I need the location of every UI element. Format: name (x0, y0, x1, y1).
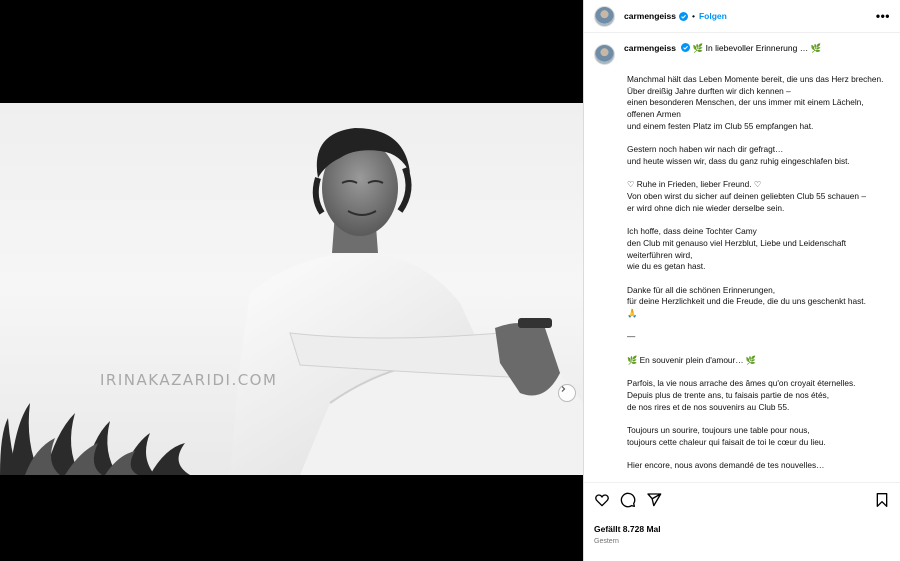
caption-line: er wird ohne dich nie wieder derselbe se… (627, 202, 785, 213)
caption-line: 🙏 (627, 308, 638, 318)
caption-line: Danke für all die schönen Erinnerungen, (627, 284, 776, 295)
caption-line: de nos rires et de nos souvenirs au Club… (627, 401, 790, 412)
caption-line: 🌿 En souvenir plein d'amour… 🌿 (627, 354, 757, 365)
caption-paragraph: — (627, 331, 890, 343)
caption-paragraph: Parfois, la vie nous arrache des âmes qu… (627, 378, 890, 413)
caption-line: Gestern noch haben wir nach dir gefragt… (627, 144, 784, 155)
caption-line: Ich hoffe, dass deine Tochter Camy (627, 226, 757, 237)
caption-line: für deine Herzlichkeit und die Freude, d… (627, 296, 866, 307)
caption-first-line: carmengeiss 🌿 In liebevoller Erinnerung … (624, 43, 821, 55)
watermark-text: IRINAKAZARIDI.COM (100, 371, 278, 389)
caption-paragraph: Ich hoffe, dass deine Tochter Camy den Cl… (627, 226, 890, 273)
verified-badge-icon (681, 43, 691, 52)
verified-badge-icon (678, 11, 688, 21)
action-icons-row (594, 491, 890, 509)
caption-line: Manchmal hält das Leben Momente bereit, … (627, 74, 884, 84)
carousel-next-button[interactable] (558, 384, 576, 402)
caption-paragraph: ♡ Ruhe in Frieden, lieber Freund. ♡ Von o… (627, 179, 890, 214)
caption-line: wie du es getan hast. (627, 261, 706, 272)
caption-paragraph: Danke für all die schönen Erinnerungen, f… (627, 285, 890, 320)
post-header: carmengeiss • Folgen ••• (584, 0, 900, 33)
portrait-image (0, 128, 583, 475)
caption-username-link[interactable]: carmengeiss (624, 43, 676, 53)
post-sidebar: carmengeiss • Folgen ••• carmengeiss 🌿 I… (583, 0, 900, 561)
caption-line: einen besonderen Menschen, der uns immer… (627, 97, 864, 120)
comment-icon[interactable] (620, 492, 636, 508)
caption-line: und heute wissen wir, dass du ganz ruhig… (627, 155, 850, 166)
likes-count[interactable]: Gefällt 8.728 Mal (594, 524, 890, 534)
caption-body: Manchmal hält das Leben Momente bereit, … (627, 74, 890, 472)
caption-line: Depuis plus de trente ans, tu faisais pa… (627, 389, 830, 400)
caption-title: 🌿 In liebevoller Erinnerung … 🌿 (692, 43, 822, 53)
caption-line: Toujours un sourire, toujours une table … (627, 424, 810, 435)
post-media: IRINAKAZARIDI.COM (0, 0, 583, 561)
caption-line: ♡ Ruhe in Frieden, lieber Freund. ♡ (627, 179, 762, 190)
caption-line: toujours cette chaleur qui faisait de to… (627, 436, 826, 447)
caption-paragraph: 🌿 En souvenir plein d'amour… 🌿 (627, 355, 890, 367)
caption-header: carmengeiss 🌿 In liebevoller Erinnerung … (594, 43, 890, 65)
caption-line: Hier encore, nous avons demandé de tes n… (627, 460, 825, 471)
caption-paragraph: Hier encore, nous avons demandé de tes n… (627, 460, 890, 472)
avatar[interactable] (594, 44, 615, 65)
caption-paragraph: Manchmal hält das Leben Momente bereit, … (627, 74, 890, 133)
bookmark-icon[interactable] (874, 492, 890, 508)
caption-line: — (627, 331, 636, 342)
caption-line: Parfois, la vie nous arrache des âmes qu… (627, 378, 856, 389)
caption-line: und einem festen Platz im Club 55 empfan… (627, 120, 814, 131)
heart-icon[interactable] (594, 492, 610, 508)
username-link[interactable]: carmengeiss (624, 11, 676, 21)
caption-area: carmengeiss 🌿 In liebevoller Erinnerung … (584, 34, 900, 481)
share-icon[interactable] (646, 492, 662, 508)
separator-dot: • (691, 11, 695, 21)
avatar[interactable] (594, 5, 615, 27)
caption-paragraph: Toujours un sourire, toujours une table … (627, 425, 890, 448)
caption-paragraph: Gestern noch haben wir nach dir gefragt…… (627, 144, 890, 167)
post-date[interactable]: Gestern (594, 538, 890, 545)
caption-line: Über dreißig Jahre durften wir dich kenn… (627, 85, 791, 96)
caption-line: Von oben wirst du sicher auf deinen geli… (627, 191, 866, 201)
post-actions: Gefällt 8.728 Mal Gestern (584, 482, 900, 560)
post-photo[interactable]: IRINAKAZARIDI.COM (0, 103, 583, 475)
more-options-button[interactable]: ••• (876, 9, 890, 23)
chevron-right-icon (561, 386, 566, 392)
follow-button[interactable]: Folgen (699, 11, 727, 21)
caption-line: den Club mit genauso viel Herzblut, Lieb… (627, 237, 847, 260)
